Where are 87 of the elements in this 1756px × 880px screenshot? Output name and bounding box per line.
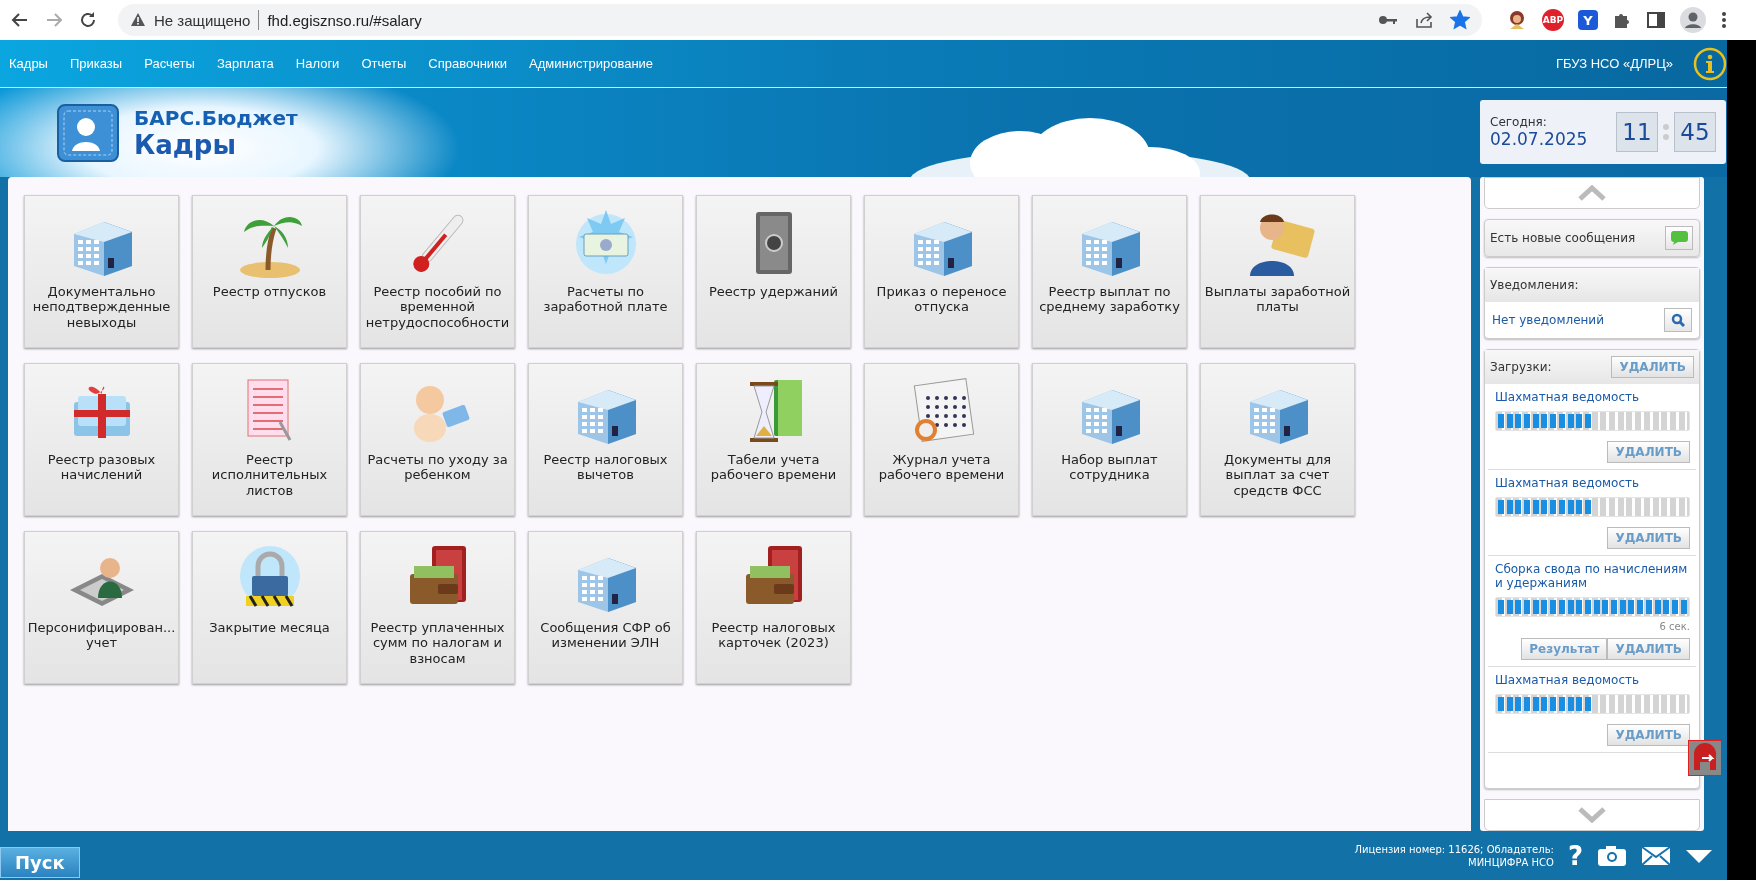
module-tile[interactable]: Реестр налоговых карточек (2023) (696, 531, 851, 684)
tile-label: Реестр удержаний (708, 283, 839, 300)
menu-item[interactable]: Администрирование (529, 56, 654, 71)
module-tile[interactable]: Реестр разовых начислений (24, 363, 179, 516)
tile-label: Документально неподтвержденные невыходы (31, 283, 172, 330)
module-tile[interactable]: Сообщения СФР об изменении ЭЛН (528, 531, 683, 684)
menu-item[interactable]: Справочники (428, 56, 508, 71)
more-menu-icon[interactable] (1720, 10, 1728, 30)
download-title[interactable]: Шахматная ведомость (1495, 390, 1690, 404)
chevron-up-icon (1578, 185, 1606, 201)
star-icon[interactable] (1450, 10, 1470, 30)
download-title[interactable]: Шахматная ведомость (1495, 673, 1690, 687)
clock-minutes: 45 (1674, 112, 1716, 152)
side-panel-icon[interactable] (1646, 10, 1666, 30)
module-tile[interactable]: Реестр уплаченных сумм по налогам и взносам (360, 531, 515, 684)
tile-label: Персонифицирован... учет (26, 619, 177, 651)
module-tile[interactable]: Закрытие месяца (192, 531, 347, 684)
address-bar[interactable]: Не защищено fhd.egisznso.ru/#salary (118, 4, 1482, 36)
module-tile[interactable]: Реестр налоговых вычетов (528, 363, 683, 516)
tile-label: Сообщения СФР об изменении ЭЛН (539, 619, 672, 651)
url-text: fhd.egisznso.ru/#salary (267, 11, 423, 29)
key-icon[interactable] (1378, 13, 1398, 27)
search-icon (1671, 313, 1685, 327)
adblock-extension-icon[interactable]: ABP (1542, 9, 1564, 31)
downloads-title: Загрузки: (1490, 360, 1552, 374)
mail-icon[interactable] (1641, 844, 1671, 867)
clock-hours: 11 (1616, 112, 1658, 152)
tile-label: Реестр разовых начислений (46, 451, 157, 483)
help-button[interactable]: ? (1567, 840, 1583, 871)
brand-name: БАРС.Бюджет (134, 105, 298, 130)
colon-icon (1662, 122, 1670, 142)
tile-label: Реестр отпусков (211, 283, 328, 300)
module-tile[interactable]: Расчеты по уходу за ребенком (360, 363, 515, 516)
warning-icon (130, 12, 146, 28)
module-tile[interactable]: Реестр удержаний (696, 195, 851, 348)
security-label: Не защищено (154, 11, 251, 29)
tile-label: Реестр уплаченных сумм по налогам и взносам (369, 619, 506, 666)
tile-label: Журнал учета рабочего времени (877, 451, 1006, 483)
license-text: Лицензия номер: 11626; Обладатель: МИНЦИФРА НСО (1354, 842, 1554, 869)
tile-label: Расчеты по заработной плате (542, 283, 669, 315)
module-tile[interactable]: Реестр отпусков (192, 195, 347, 348)
module-tile[interactable]: Документально неподтвержденные невыходы (24, 195, 179, 348)
module-tile[interactable]: Реестр выплат по среднему заработку (1032, 195, 1187, 348)
dropdown-triangle-icon[interactable] (1685, 847, 1713, 864)
module-tile[interactable]: Реестр пособий по временной нетрудоспособности (360, 195, 515, 348)
elapsed-time: 6 сек. (1659, 621, 1690, 632)
module-tile[interactable]: Табели учета рабочего времени (696, 363, 851, 516)
share-icon[interactable] (1414, 11, 1434, 29)
chevron-down-icon (1578, 807, 1606, 823)
module-tile[interactable]: Журнал учета рабочего времени (864, 363, 1019, 516)
download-title[interactable]: Сборка свода по начислениям и удержаниям (1495, 562, 1690, 590)
tile-label: Реестр налоговых вычетов (542, 451, 669, 483)
tile-label: Реестр выплат по среднему заработку (1038, 283, 1181, 315)
module-tile[interactable]: Реестр исполнительных листов (192, 363, 347, 516)
camera-icon[interactable] (1597, 844, 1627, 867)
tile-label: Набор выплат сотрудника (1060, 451, 1159, 483)
yandex-extension-icon[interactable]: Y (1578, 10, 1598, 30)
module-tile[interactable]: Расчеты по заработной плате (528, 195, 683, 348)
module-tile[interactable]: Приказ о переносе отпуска (864, 195, 1019, 348)
today-label: Сегодня: (1490, 115, 1548, 129)
logo-icon (56, 102, 120, 163)
organization-name: ГБУЗ НСО «ДЛРЦ» (1556, 56, 1673, 71)
module-tile[interactable]: Персонифицирован... учет (24, 531, 179, 684)
profile-avatar-icon[interactable] (1680, 7, 1706, 33)
notifications-title: Уведомления: (1490, 278, 1579, 292)
module-tile[interactable]: Документы для выплат за счет средств ФСС (1200, 363, 1355, 516)
tile-label: Реестр пособий по временной нетрудоспособности (364, 283, 511, 330)
tile-label: Приказ о переносе отпуска (875, 283, 1008, 315)
info-icon[interactable] (1693, 46, 1727, 81)
notifications-text: Нет уведомлений (1492, 313, 1604, 327)
chat-bubble-icon (1669, 230, 1689, 246)
messages-text: Есть новые сообщения (1490, 231, 1636, 245)
tile-label: Табели учета рабочего времени (709, 451, 838, 483)
product-name: Кадры (134, 129, 237, 160)
tile-label: Реестр налоговых карточек (2023) (710, 619, 837, 651)
download-title[interactable]: Шахматная ведомость (1495, 476, 1690, 490)
tile-label: Документы для выплат за счет средств ФСС (1222, 451, 1332, 498)
tile-label: Реестр исполнительных листов (210, 451, 329, 498)
module-tile[interactable]: Выплаты заработной платы (1200, 195, 1355, 348)
current-date: 02.07.2025 (1490, 129, 1588, 149)
tile-label: Выплаты заработной платы (1203, 283, 1352, 315)
tile-label: Закрытие месяца (208, 619, 331, 636)
tile-label: Расчеты по уходу за ребенком (366, 451, 509, 483)
module-tile[interactable]: Набор выплат сотрудника (1032, 363, 1187, 516)
app-shortcut-icon[interactable] (1688, 740, 1722, 776)
reload-icon[interactable] (78, 10, 98, 30)
search-button[interactable] (1664, 308, 1692, 332)
